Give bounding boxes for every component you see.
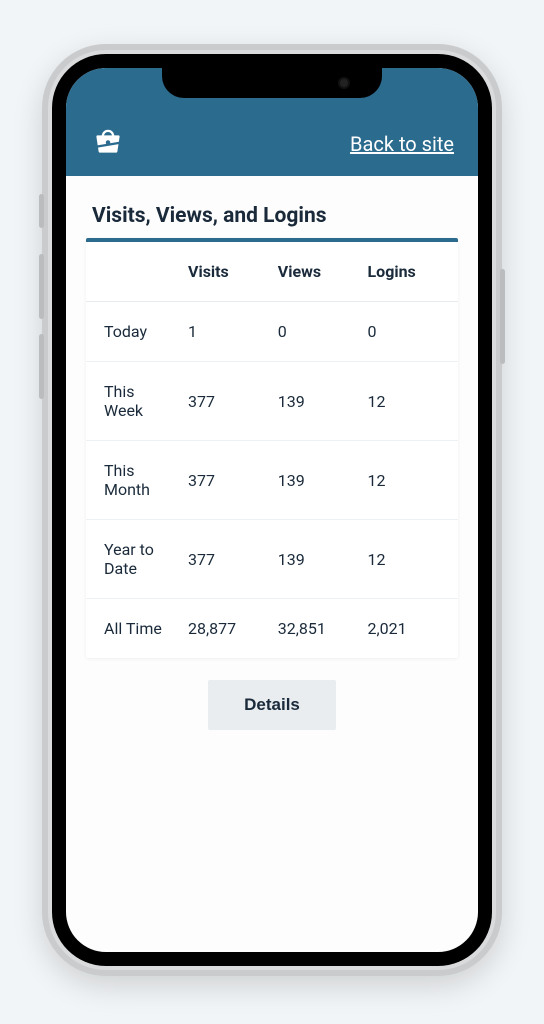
side-button bbox=[39, 254, 44, 319]
camera-dot bbox=[338, 77, 350, 89]
table-row: This Month 377 139 12 bbox=[86, 441, 458, 520]
cell-visits: 377 bbox=[178, 520, 268, 599]
back-to-site-link[interactable]: Back to site bbox=[350, 132, 454, 156]
cell-visits: 377 bbox=[178, 362, 268, 441]
content-area: Visits, Views, and Logins Visits Views L… bbox=[66, 176, 478, 750]
table-row: Year to Date 377 139 12 bbox=[86, 520, 458, 599]
cell-logins: 12 bbox=[358, 441, 459, 520]
col-views: Views bbox=[268, 242, 358, 302]
side-button bbox=[500, 269, 505, 364]
side-button bbox=[39, 334, 44, 399]
cell-logins: 12 bbox=[358, 520, 459, 599]
phone-frame: Back to site Visits, Views, and Logins V… bbox=[42, 44, 502, 976]
app-logo bbox=[90, 120, 126, 156]
cell-views: 0 bbox=[268, 302, 358, 362]
side-button bbox=[39, 194, 44, 228]
table-row: All Time 28,877 32,851 2,021 bbox=[86, 599, 458, 659]
col-visits: Visits bbox=[178, 242, 268, 302]
table-header-row: Visits Views Logins bbox=[86, 242, 458, 302]
table-row: Today 1 0 0 bbox=[86, 302, 458, 362]
phone-notch bbox=[162, 68, 382, 98]
cell-visits: 28,877 bbox=[178, 599, 268, 659]
stats-card: Visits Views Logins Today 1 0 bbox=[86, 238, 458, 658]
cell-views: 139 bbox=[268, 441, 358, 520]
cell-logins: 2,021 bbox=[358, 599, 459, 659]
cell-period: Year to Date bbox=[86, 520, 178, 599]
cell-period: This Week bbox=[86, 362, 178, 441]
cell-period: All Time bbox=[86, 599, 178, 659]
stats-table: Visits Views Logins Today 1 0 bbox=[86, 242, 458, 658]
cell-visits: 377 bbox=[178, 441, 268, 520]
table-row: This Week 377 139 12 bbox=[86, 362, 458, 441]
cell-views: 139 bbox=[268, 362, 358, 441]
cell-period: This Month bbox=[86, 441, 178, 520]
lock-bag-icon bbox=[90, 120, 126, 156]
cell-visits: 1 bbox=[178, 302, 268, 362]
details-button[interactable]: Details bbox=[208, 680, 336, 730]
cell-period: Today bbox=[86, 302, 178, 362]
screen: Back to site Visits, Views, and Logins V… bbox=[66, 68, 478, 952]
cell-logins: 0 bbox=[358, 302, 459, 362]
col-logins: Logins bbox=[358, 242, 459, 302]
cell-views: 139 bbox=[268, 520, 358, 599]
cell-logins: 12 bbox=[358, 362, 459, 441]
cell-views: 32,851 bbox=[268, 599, 358, 659]
card-title: Visits, Views, and Logins bbox=[86, 204, 458, 228]
col-period bbox=[86, 242, 178, 302]
